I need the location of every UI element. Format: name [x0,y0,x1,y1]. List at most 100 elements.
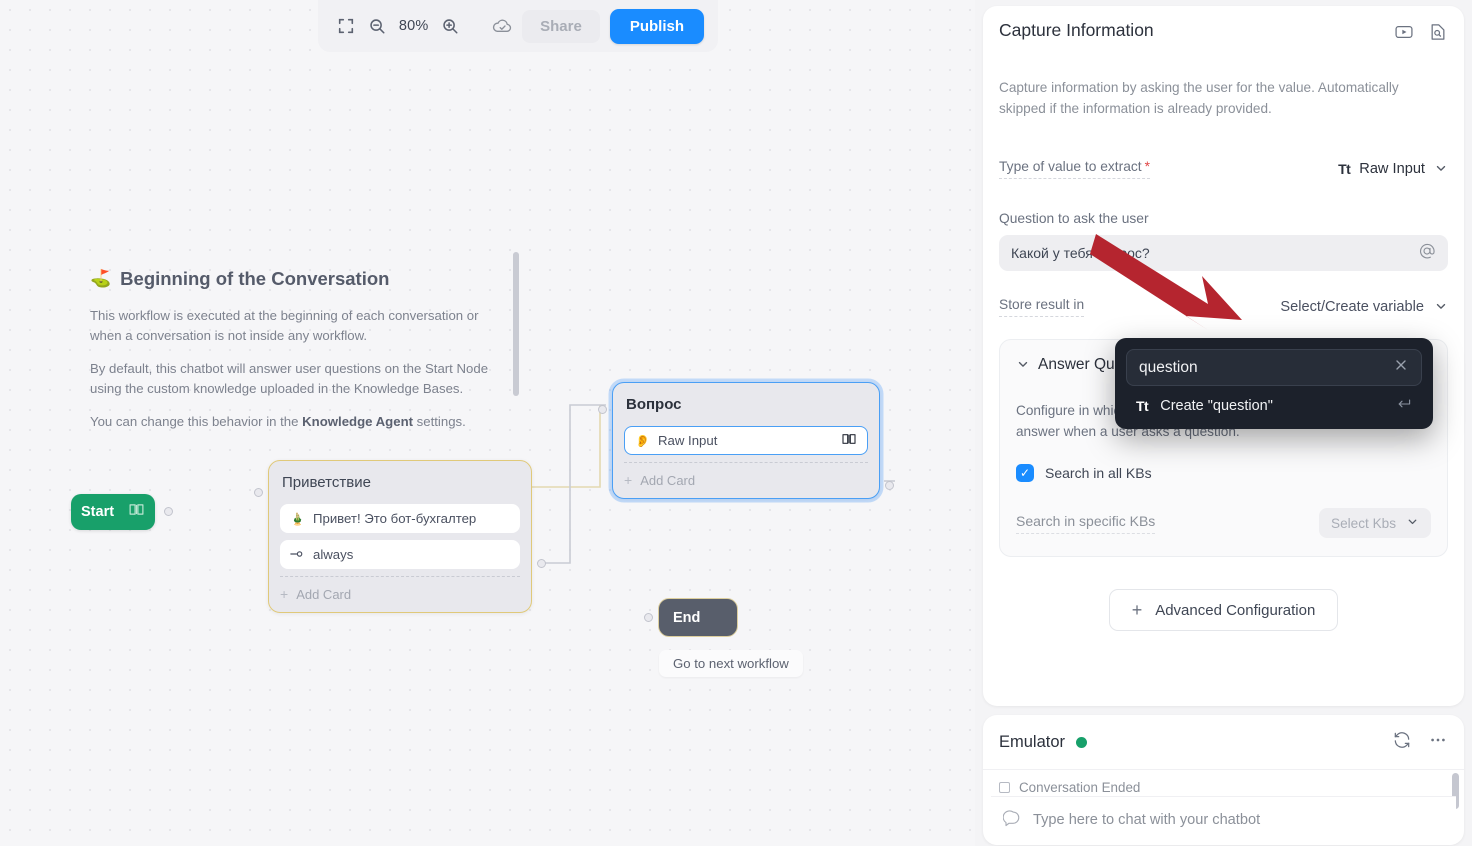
greeting-card-always-label: always [313,547,354,562]
start-node-output-port[interactable] [164,507,173,516]
text-type-icon: Tt [1338,161,1351,178]
book-icon[interactable] [841,431,857,450]
emulator-actions [1392,730,1448,755]
store-result-value: Select/Create variable [1280,299,1424,316]
zoom-in-icon[interactable] [436,9,465,43]
create-variable-option[interactable]: Tt Create "question" [1126,386,1422,418]
question-node-input-port[interactable] [598,405,607,414]
advanced-configuration-button[interactable]: + Advanced Configuration [1108,589,1339,632]
greeting-card-text-label: Привет! Это бот-бухгалтер [313,511,477,526]
store-result-label: Store result in [999,297,1085,318]
always-trigger-icon [290,548,305,562]
greeting-node-output-port[interactable] [537,559,546,568]
text-type-icon: Tt [1136,397,1149,414]
stop-square-icon [999,782,1010,793]
end-node[interactable]: End [644,598,738,637]
info-line-pre: You can change this behavior in the [90,414,303,430]
workflow-info-block: ⛳ Beginning of the Conversation This wor… [90,268,510,446]
store-result-row: Store result in Select/Create variable [999,297,1448,318]
chevron-down-icon [1434,299,1448,316]
question-card-raw-input[interactable]: 👂 Raw Input [624,426,868,455]
greeting-node[interactable]: Приветствие 🎍 Привет! Это бот-бухгалтер … [254,460,546,613]
chat-input[interactable]: Type here to chat with your chatbot [991,796,1456,845]
share-button[interactable]: Share [522,9,600,43]
advanced-configuration-wrapper: + Advanced Configuration [999,589,1448,632]
greeting-card-always[interactable]: always [280,540,520,569]
chevron-down-icon [1406,515,1419,531]
end-node-input-port[interactable] [644,613,653,622]
capture-panel-header-actions [1394,20,1448,47]
docs-search-icon[interactable] [1428,22,1448,47]
question-to-ask-label: Question to ask the user [999,211,1149,227]
fit-screen-icon[interactable] [332,9,361,43]
refresh-icon[interactable] [1392,730,1412,755]
enter-key-icon [1396,397,1412,414]
checkbox-checked-icon[interactable]: ✓ [1016,464,1034,483]
emulator-title: Emulator [999,733,1066,751]
greeting-add-card-label: Add Card [296,586,352,602]
question-node[interactable]: Вопрос 👂 Raw Input + Add Card [598,382,894,499]
page-title: Capture Information [999,20,1154,40]
store-result-dropdown[interactable]: Select/Create variable [1280,299,1448,316]
select-kbs-dropdown[interactable]: Select Kbs [1319,508,1431,539]
at-mention-icon[interactable] [1418,242,1436,265]
variable-search-value: question [1139,358,1198,376]
info-line-post: settings. [413,414,466,430]
question-node-output-port[interactable] [885,481,894,490]
chevron-down-icon [1016,357,1030,374]
plus-icon: + [280,586,289,602]
create-variable-label: Create "question" [1160,397,1273,414]
chevron-down-icon [1434,161,1448,178]
end-node-label: End [673,609,701,626]
chat-bubble-icon [1002,809,1021,831]
question-to-ask-input[interactable]: Какой у тебя вопрос? [999,235,1448,272]
book-icon[interactable] [128,501,145,523]
golf-flag-icon: ⛳ [90,269,112,288]
workflow-info-paragraph-2: By default, this chatbot will answer use… [90,361,489,396]
capture-ear-icon: 👂 [635,433,650,448]
publish-button[interactable]: Publish [609,8,704,44]
conversation-ended-label: Conversation Ended [1019,780,1141,795]
greeting-card-text[interactable]: 🎍 Привет! Это бот-бухгалтер [280,504,520,533]
question-node-title: Вопрос [626,396,682,413]
canvas-toolbar[interactable]: 80% Share Publish [318,0,718,52]
workflow-canvas[interactable]: 80% Share Publish ⛳ Beginning of the Con… [0,0,975,846]
next-workflow-label: Go to next workflow [659,650,803,677]
text-message-icon: 🎍 [290,511,305,526]
emulator-header: Emulator [983,715,1464,770]
type-of-value-row: Type of value to extract * Tt Raw Input [999,159,1448,180]
required-marker: * [1144,159,1151,175]
more-options-icon[interactable] [1428,730,1448,755]
start-node-label: Start [81,504,115,520]
search-specific-kbs-label: Search in specific KBs [1016,513,1156,534]
question-add-card-label: Add Card [640,472,696,488]
type-of-value-label-text: Type of value to extract [999,159,1142,175]
type-of-value-label: Type of value to extract * [999,159,1151,180]
capture-panel-description: Capture information by asking the user f… [999,80,1399,117]
zoom-level-label[interactable]: 80% [394,18,434,34]
greeting-node-input-port[interactable] [254,488,263,497]
question-card-raw-input-label: Raw Input [658,433,718,448]
search-all-kbs-label: Search in all KBs [1045,465,1152,482]
plus-icon: + [1131,600,1143,621]
video-tutorial-icon[interactable] [1394,22,1414,47]
zoom-out-icon[interactable] [363,9,392,43]
canvas-info-scrollbar[interactable] [513,252,519,396]
app-root: 80% Share Publish ⛳ Beginning of the Con… [0,0,1472,846]
workflow-info-title-text: Beginning of the Conversation [120,268,390,289]
advanced-configuration-label: Advanced Configuration [1155,601,1316,619]
variable-dropdown-popup[interactable]: question Tt Create "question" [1115,338,1433,429]
conversation-ended-row: Conversation Ended [983,770,1464,795]
close-icon[interactable] [1393,357,1409,378]
type-of-value-dropdown[interactable]: Tt Raw Input [1338,161,1448,178]
question-add-card-button[interactable]: + Add Card [624,462,868,488]
cloud-check-icon[interactable] [486,9,518,43]
info-line-bold: Knowledge Agent [302,414,414,430]
status-badge [1076,737,1088,748]
greeting-add-card-button[interactable]: + Add Card [280,576,520,602]
search-specific-kbs-row: Search in specific KBs Select Kbs [1016,508,1431,539]
start-node[interactable]: Start [71,494,173,530]
variable-search-input[interactable]: question [1126,349,1422,386]
workflow-info-paragraph-3: You can change this behavior in the Know… [90,412,510,432]
search-all-kbs-checkbox-row[interactable]: ✓ Search in all KBs [1016,464,1431,483]
